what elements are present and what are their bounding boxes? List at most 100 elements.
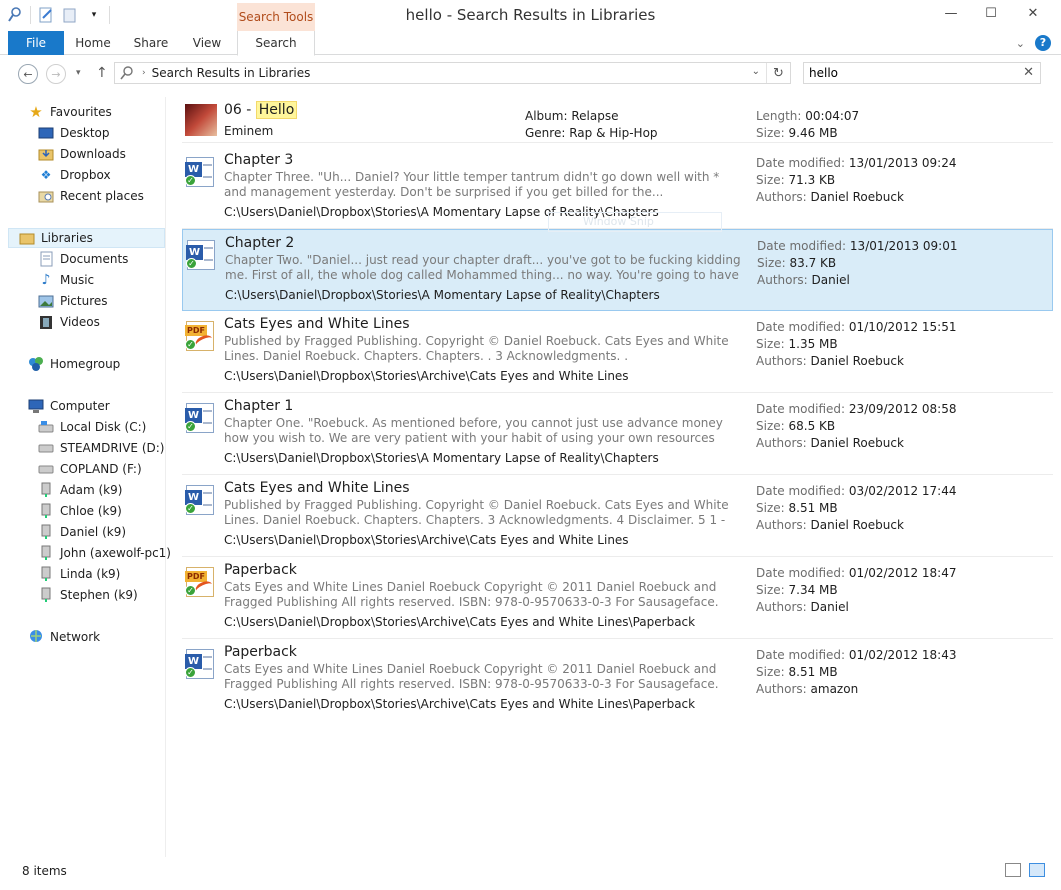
minimize-button[interactable]: — xyxy=(931,2,971,24)
sidebar-item-local-disk[interactable]: Local Disk (C:) xyxy=(38,417,146,437)
sidebar-item-documents[interactable]: Documents xyxy=(38,249,128,269)
tab-file[interactable]: File xyxy=(8,31,64,55)
search-box[interactable]: ✕ xyxy=(803,62,1041,84)
word-document-icon: W ✓ xyxy=(185,155,217,189)
content-snippet: Chapter Three. "Uh... Daniel? Your littl… xyxy=(224,170,720,199)
content-snippet: Published by Fragged Publishing. Copyrig… xyxy=(224,498,729,527)
content-snippet: Cats Eyes and White Lines Daniel Roebuck… xyxy=(224,580,719,609)
word-document-icon: W ✓ xyxy=(185,647,217,681)
sidebar-item-dropbox[interactable]: ❖ Dropbox xyxy=(38,165,111,185)
drive-icon xyxy=(38,440,54,456)
close-button[interactable]: ✕ xyxy=(1011,2,1055,24)
sidebar-item-videos[interactable]: Videos xyxy=(38,312,100,332)
tab-share[interactable]: Share xyxy=(128,31,174,55)
search-input[interactable] xyxy=(804,63,1014,83)
file-path: C:\Users\Daniel\Dropbox\Stories\Archive\… xyxy=(224,369,629,383)
window-controls: — ☐ ✕ xyxy=(931,2,1055,24)
sidebar-item-chloe[interactable]: Chloe (k9) xyxy=(38,501,122,521)
sidebar-item-homegroup[interactable]: Homegroup xyxy=(28,354,120,374)
view-switcher xyxy=(1005,863,1045,877)
recent-places-icon xyxy=(38,188,54,204)
search-results-list: 06 - Hello Eminem Album: Relapse Genre: … xyxy=(176,97,1053,857)
local-disk-icon xyxy=(38,419,54,435)
sidebar-item-favourites[interactable]: ★ Favourites xyxy=(28,102,112,122)
word-document-icon: W ✓ xyxy=(185,401,217,435)
forward-arrow-icon[interactable]: → xyxy=(46,64,66,84)
sidebar-item-pictures[interactable]: Pictures xyxy=(38,291,108,311)
file-path: C:\Users\Daniel\Dropbox\Stories\Archive\… xyxy=(224,615,696,629)
documents-icon xyxy=(38,251,54,267)
list-item[interactable]: W ✓ Cats Eyes and White Lines Published b… xyxy=(182,475,1053,557)
sidebar-item-network[interactable]: Network xyxy=(28,627,100,647)
file-title: Cats Eyes and White Lines xyxy=(224,480,410,496)
list-item[interactable]: PDF ✓ Paperback Cats Eyes and White Lines… xyxy=(182,557,1053,639)
address-dropdown-icon[interactable]: ⌄ xyxy=(752,66,760,77)
tab-home[interactable]: Home xyxy=(70,31,116,55)
sidebar-item-daniel[interactable]: Daniel (k9) xyxy=(38,522,126,542)
sidebar-item-libraries[interactable]: Libraries xyxy=(8,228,165,248)
sidebar-item-john[interactable]: John (axewolf-pc1) xyxy=(38,543,171,563)
ribbon-controls: ⌄ ? xyxy=(1016,35,1051,51)
list-item[interactable]: W ✓ Paperback Cats Eyes and White Lines D… xyxy=(182,639,1053,721)
network-drive-icon xyxy=(38,566,54,582)
new-folder-icon[interactable] xyxy=(61,6,79,24)
list-item[interactable]: W ✓ Chapter 2 Chapter Two. "Daniel... jus… xyxy=(182,229,1053,311)
sidebar-item-adam[interactable]: Adam (k9) xyxy=(38,480,122,500)
large-icons-view-icon[interactable] xyxy=(1029,863,1045,877)
separator xyxy=(109,6,110,24)
breadcrumb-chevron-icon[interactable]: › xyxy=(142,68,146,78)
list-item[interactable]: W ✓ Chapter 1 Chapter One. "Roebuck. As m… xyxy=(182,393,1053,475)
file-title: Chapter 1 xyxy=(224,398,294,414)
sidebar-item-music[interactable]: ♪ Music xyxy=(38,270,95,290)
network-drive-icon xyxy=(38,587,54,603)
network-drive-icon xyxy=(38,545,54,561)
file-title: Chapter 3 xyxy=(224,152,294,168)
list-item[interactable]: PDF ✓ Cats Eyes and White Lines Published… xyxy=(182,311,1053,393)
item-count: 8 items xyxy=(22,864,67,878)
refresh-icon[interactable]: ↻ xyxy=(766,63,790,83)
file-title: Cats Eyes and White Lines xyxy=(224,316,410,332)
file-path: C:\Users\Daniel\Dropbox\Stories\A Moment… xyxy=(224,451,659,465)
artist: Eminem xyxy=(224,124,274,138)
music-note-icon: ♪ xyxy=(41,272,51,288)
back-arrow-icon[interactable]: ← xyxy=(18,64,38,84)
up-arrow-icon[interactable]: ↑ xyxy=(96,65,108,81)
pictures-icon xyxy=(38,293,54,309)
help-icon[interactable]: ? xyxy=(1035,35,1051,51)
search-icon[interactable] xyxy=(6,6,24,24)
computer-icon xyxy=(28,398,44,414)
file-details: Date modified: 13/01/2013 09:24 Size: 71… xyxy=(756,156,957,204)
ribbon-expand-icon[interactable]: ⌄ xyxy=(1016,37,1025,50)
word-document-icon: W ✓ xyxy=(186,238,218,272)
maximize-button[interactable]: ☐ xyxy=(971,2,1011,24)
tab-view[interactable]: View xyxy=(184,31,230,55)
videos-icon xyxy=(38,314,54,330)
address-bar[interactable]: › Search Results in Libraries ⌄ ↻ xyxy=(114,62,791,84)
file-title: Paperback xyxy=(224,644,297,660)
search-tools-contextual-label: Search Tools xyxy=(237,3,315,31)
content-snippet: Chapter One. "Roebuck. As mentioned befo… xyxy=(224,416,723,445)
sidebar-item-desktop[interactable]: Desktop xyxy=(38,123,110,143)
properties-icon[interactable] xyxy=(37,6,55,24)
sidebar-item-steamdrive[interactable]: STEAMDRIVE (D:) xyxy=(38,438,164,458)
sidebar-item-stephen[interactable]: Stephen (k9) xyxy=(38,585,138,605)
sidebar-item-copland[interactable]: COPLAND (F:) xyxy=(38,459,142,479)
search-highlight: Hello xyxy=(255,101,298,119)
sidebar-item-computer[interactable]: Computer xyxy=(28,396,110,416)
recent-locations-dropdown-icon[interactable]: ▾ xyxy=(76,68,81,78)
sidebar-item-linda[interactable]: Linda (k9) xyxy=(38,564,120,584)
drive-icon xyxy=(38,461,54,477)
sidebar-item-downloads[interactable]: Downloads xyxy=(38,144,126,164)
sidebar-item-recent-places[interactable]: Recent places xyxy=(38,186,144,206)
dropbox-icon: ❖ xyxy=(40,168,52,182)
details-view-icon[interactable] xyxy=(1005,863,1021,877)
network-drive-icon xyxy=(38,524,54,540)
clear-search-icon[interactable]: ✕ xyxy=(1023,65,1034,80)
tab-search[interactable]: Search xyxy=(237,31,315,56)
list-item[interactable]: 06 - Hello Eminem Album: Relapse Genre: … xyxy=(182,97,1053,143)
libraries-icon xyxy=(19,230,35,246)
file-title: Paperback xyxy=(224,562,297,578)
window-title: hello - Search Results in Libraries xyxy=(405,6,656,24)
customize-toolbar-dropdown-icon[interactable]: ▾ xyxy=(85,6,103,24)
breadcrumb[interactable]: Search Results in Libraries xyxy=(152,66,311,80)
